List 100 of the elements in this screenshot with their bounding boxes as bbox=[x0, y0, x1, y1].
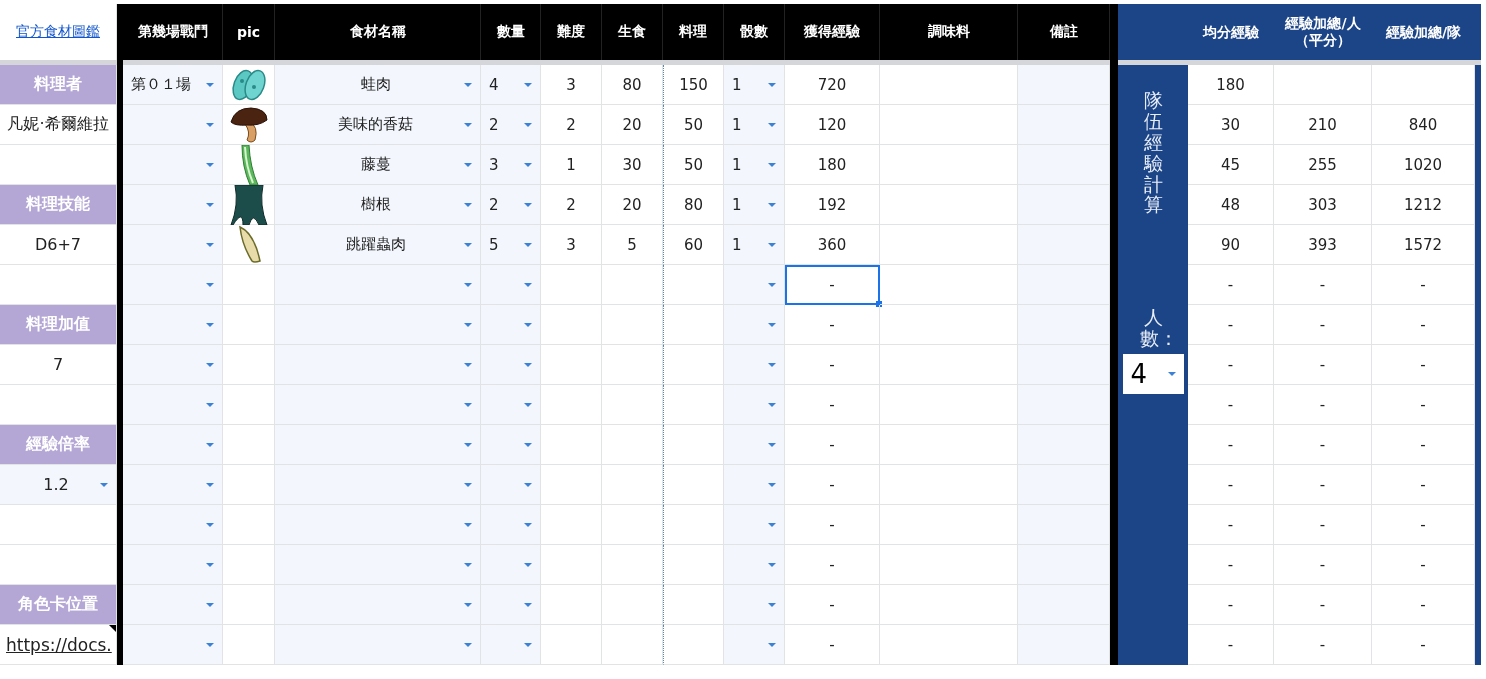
team-size-dropdown[interactable]: 4 bbox=[1122, 354, 1184, 395]
dropdown-cell[interactable] bbox=[724, 305, 785, 345]
dropdown-cell[interactable] bbox=[275, 505, 481, 545]
table-cell[interactable]: - bbox=[785, 345, 880, 385]
caret-icon bbox=[768, 282, 776, 287]
table-cell: - bbox=[1188, 465, 1274, 505]
table-cell[interactable]: - bbox=[785, 385, 880, 425]
dropdown-cell[interactable] bbox=[275, 425, 481, 465]
dropdown-cell[interactable] bbox=[123, 465, 223, 505]
dropdown-cell[interactable] bbox=[123, 425, 223, 465]
table-cell[interactable]: 720 bbox=[785, 65, 880, 105]
dropdown-cell[interactable]: 3 bbox=[481, 145, 541, 185]
section-label: 經驗倍率 bbox=[0, 425, 117, 465]
table-cell[interactable]: - bbox=[785, 305, 880, 345]
dropdown-cell[interactable]: 2 bbox=[481, 185, 541, 225]
dropdown-cell[interactable] bbox=[481, 465, 541, 505]
table-cell[interactable]: 180 bbox=[785, 145, 880, 185]
table-cell[interactable]: 192 bbox=[785, 185, 880, 225]
dropdown-cell[interactable]: 4 bbox=[481, 65, 541, 105]
dropdown-cell[interactable] bbox=[275, 385, 481, 425]
dropdown-cell[interactable] bbox=[123, 345, 223, 385]
dropdown-cell[interactable]: 1 bbox=[724, 105, 785, 145]
dropdown-cell[interactable] bbox=[123, 585, 223, 625]
dropdown-cell[interactable] bbox=[724, 385, 785, 425]
table-cell: - bbox=[1188, 305, 1274, 345]
caret-icon bbox=[768, 82, 776, 87]
dropdown-cell[interactable] bbox=[724, 425, 785, 465]
dropdown-cell[interactable] bbox=[724, 265, 785, 305]
dropdown-cell[interactable] bbox=[123, 505, 223, 545]
table-cell[interactable]: - bbox=[785, 465, 880, 505]
caret-icon bbox=[464, 162, 472, 167]
root-icon bbox=[228, 184, 269, 225]
dropdown-cell[interactable] bbox=[481, 425, 541, 465]
dropdown-cell[interactable] bbox=[481, 585, 541, 625]
sheet-link[interactable]: https://docs. bbox=[6, 634, 112, 655]
dropdown-cell[interactable] bbox=[724, 545, 785, 585]
dropdown-cell[interactable] bbox=[123, 545, 223, 585]
dropdown-cell[interactable]: 5 bbox=[481, 225, 541, 265]
dropdown-cell[interactable] bbox=[275, 265, 481, 305]
dropdown-cell[interactable] bbox=[275, 345, 481, 385]
dropdown-cell[interactable]: 蛙肉 bbox=[275, 65, 481, 105]
table-cell[interactable]: - bbox=[785, 425, 880, 465]
dropdown-cell[interactable] bbox=[724, 345, 785, 385]
table-cell: 840 bbox=[1372, 105, 1475, 145]
dropdown-cell[interactable] bbox=[481, 545, 541, 585]
dropdown-cell[interactable] bbox=[275, 545, 481, 585]
dropdown-cell[interactable] bbox=[481, 345, 541, 385]
dropdown-cell[interactable] bbox=[123, 385, 223, 425]
dropdown-cell[interactable] bbox=[724, 585, 785, 625]
dropdown-cell[interactable] bbox=[123, 265, 223, 305]
dropdown-cell[interactable]: 2 bbox=[481, 105, 541, 145]
table-cell[interactable]: 360 bbox=[785, 225, 880, 265]
dropdown-cell[interactable] bbox=[481, 625, 541, 665]
ingredient-guide-link[interactable]: 官方食材圖鑑 bbox=[16, 23, 100, 41]
table-cell: - bbox=[1274, 305, 1372, 345]
fill-handle[interactable] bbox=[876, 301, 882, 307]
dropdown-cell[interactable]: 1 bbox=[724, 185, 785, 225]
table-cell: - bbox=[1372, 545, 1475, 585]
dropdown-cell[interactable]: 1 bbox=[724, 225, 785, 265]
dropdown-cell[interactable] bbox=[275, 585, 481, 625]
caret-icon bbox=[464, 562, 472, 567]
dropdown-cell[interactable] bbox=[123, 625, 223, 665]
caret-icon bbox=[100, 482, 108, 487]
caret-icon bbox=[524, 402, 532, 407]
dropdown-cell[interactable]: 1 bbox=[724, 65, 785, 105]
dropdown-cell[interactable] bbox=[275, 465, 481, 505]
table-cell[interactable]: - bbox=[785, 545, 880, 585]
caret-icon bbox=[206, 242, 214, 247]
dropdown-cell[interactable]: 1 bbox=[724, 145, 785, 185]
dropdown-cell[interactable] bbox=[123, 185, 223, 225]
dropdown-cell[interactable] bbox=[481, 265, 541, 305]
dropdown-cell[interactable]: 美味的香菇 bbox=[275, 105, 481, 145]
table-cell: 393 bbox=[1274, 225, 1372, 265]
table-cell[interactable]: - bbox=[785, 505, 880, 545]
caret-icon bbox=[768, 442, 776, 447]
table-cell[interactable]: - bbox=[785, 625, 880, 665]
dropdown-cell[interactable] bbox=[123, 305, 223, 345]
dropdown-cell[interactable] bbox=[123, 105, 223, 145]
dropdown-cell[interactable] bbox=[123, 225, 223, 265]
table-cell[interactable]: - bbox=[785, 265, 880, 305]
caret-icon bbox=[524, 122, 532, 127]
dropdown-cell[interactable] bbox=[724, 505, 785, 545]
table-cell[interactable]: 120 bbox=[785, 105, 880, 145]
table-cell: - bbox=[1274, 545, 1372, 585]
dropdown-cell[interactable]: 樹根 bbox=[275, 185, 481, 225]
empty-cell bbox=[602, 265, 663, 305]
table-cell[interactable]: - bbox=[785, 585, 880, 625]
caret-icon bbox=[464, 602, 472, 607]
dropdown-cell[interactable]: 第０１場 bbox=[123, 65, 223, 105]
dropdown-cell[interactable]: 藤蔓 bbox=[275, 145, 481, 185]
dropdown-cell[interactable] bbox=[481, 505, 541, 545]
dropdown-cell[interactable] bbox=[275, 625, 481, 665]
dropdown-cell[interactable] bbox=[123, 145, 223, 185]
dropdown-cell[interactable]: 1.2 bbox=[0, 465, 117, 505]
dropdown-cell[interactable] bbox=[275, 305, 481, 345]
dropdown-cell[interactable]: 跳躍蟲肉 bbox=[275, 225, 481, 265]
dropdown-cell[interactable] bbox=[481, 305, 541, 345]
dropdown-cell[interactable] bbox=[481, 385, 541, 425]
dropdown-cell[interactable] bbox=[724, 625, 785, 665]
dropdown-cell[interactable] bbox=[724, 465, 785, 505]
